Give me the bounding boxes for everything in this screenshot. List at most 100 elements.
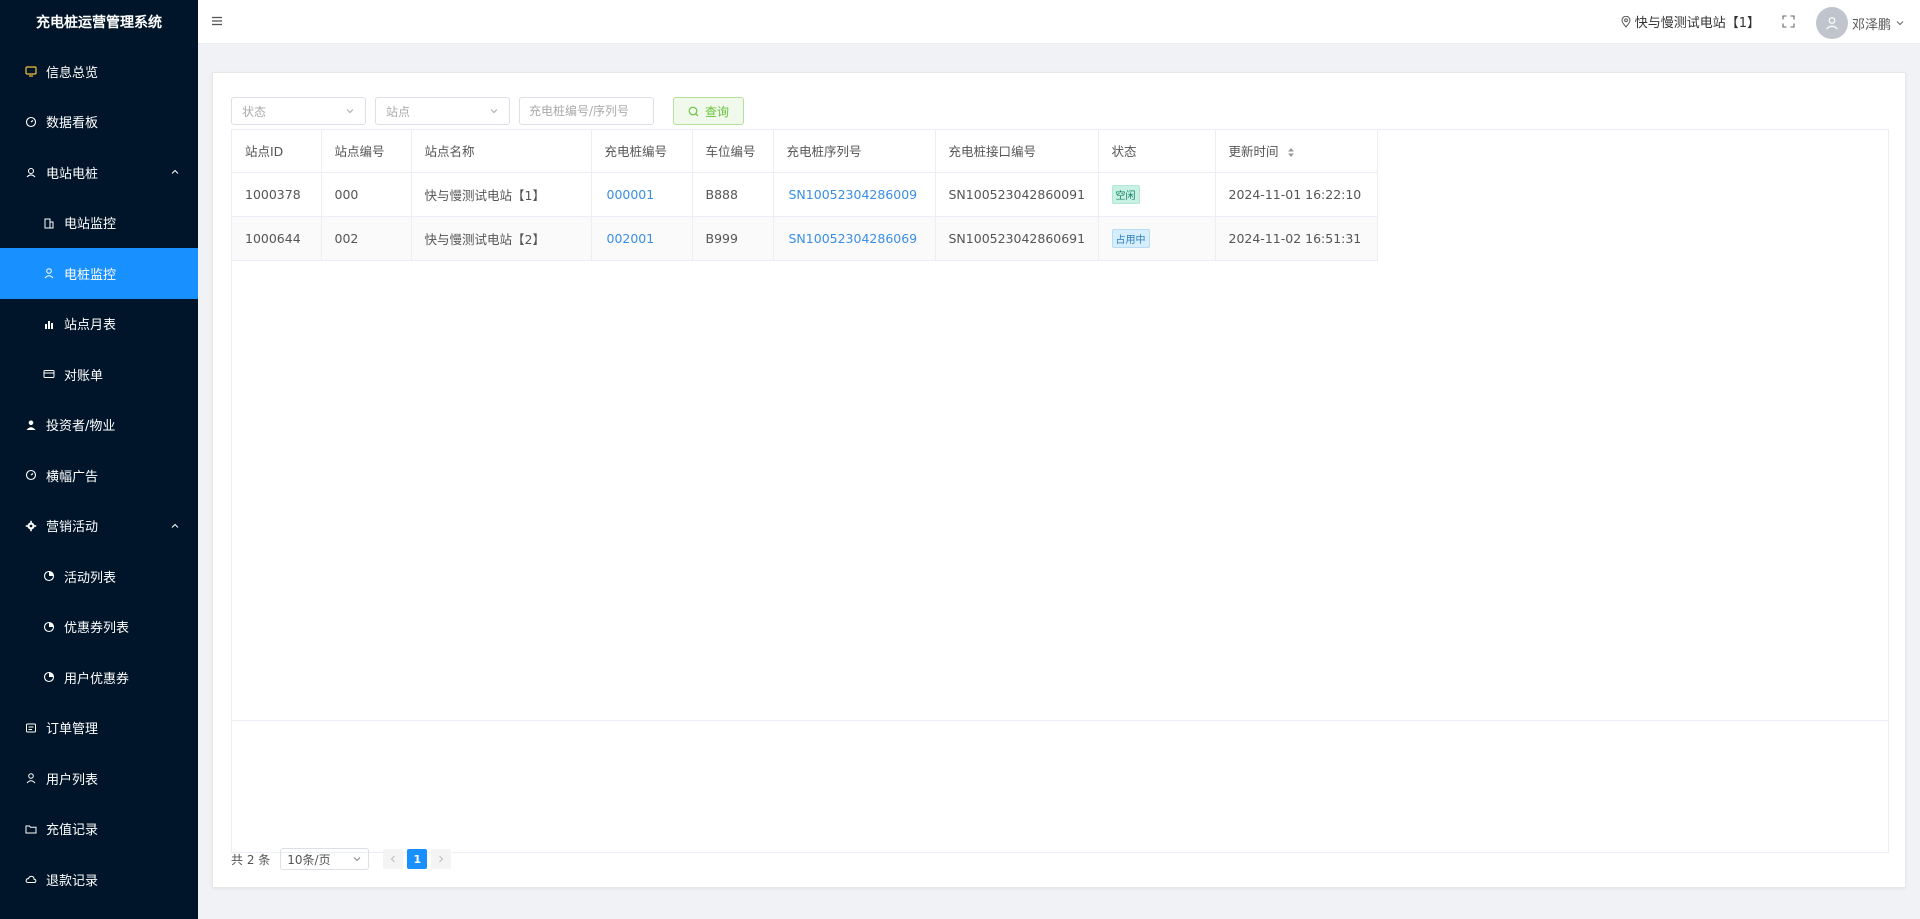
sidebar-item-label: 电桩监控	[64, 267, 117, 283]
chevron-down-icon	[353, 857, 361, 862]
sidebar-item-statement[interactable]: 对账单	[0, 349, 198, 400]
cell-pile-code-link[interactable]: 002001	[591, 216, 693, 261]
sidebar-item-label: 数据看板	[46, 116, 99, 132]
cloud-icon	[24, 872, 38, 886]
page-number-current[interactable]: 1	[407, 849, 428, 869]
sidebar-item-activity-list[interactable]: 活动列表	[0, 551, 198, 602]
sidebar-item-refunds[interactable]: 退款记录	[0, 854, 198, 905]
location-pin-icon	[1621, 15, 1631, 28]
cell-station-code: 000	[321, 172, 412, 217]
cell-pile-code-link[interactable]: 000001	[591, 172, 693, 217]
cell-serial-link[interactable]: SN10052304286069	[773, 216, 936, 261]
cell-station-name: 快与慢测试电站【1】	[411, 172, 592, 217]
col-status: 状态	[1098, 130, 1216, 173]
sidebar-item-investors[interactable]: 投资者/物业	[0, 400, 198, 451]
col-station-code: 站点编号	[321, 130, 412, 173]
cell-space-code: B888	[692, 172, 774, 217]
col-updated[interactable]: 更新时间	[1215, 130, 1378, 173]
sidebar-menu: 信息总览 数据看板 电站电桩 电站监控 电桩监控 站点月表 对账单 投资者/物业…	[0, 46, 198, 905]
building-icon	[42, 216, 56, 230]
user-icon	[24, 771, 38, 785]
user-avatar-icon	[1826, 17, 1838, 30]
folder-icon	[24, 822, 38, 836]
sidebar-item-user-coupons[interactable]: 用户优惠券	[0, 652, 198, 703]
pile-search-input[interactable]	[519, 97, 654, 125]
top-header: 快与慢测试电站【1】 邓泽鹏	[198, 0, 1920, 44]
monitor-icon	[24, 64, 38, 78]
sidebar-item-marketing[interactable]: 营销活动	[0, 501, 198, 552]
col-space-code: 车位编号	[692, 130, 774, 173]
cell-station-name: 快与慢测试电站【2】	[411, 216, 592, 261]
station-switcher[interactable]: 快与慢测试电站【1】	[1621, 12, 1760, 31]
sidebar-item-label: 充值记录	[46, 823, 99, 839]
table-footer-divider	[232, 720, 1888, 721]
search-button[interactable]: 查询	[673, 97, 745, 125]
sidebar-item-label: 营销活动	[46, 520, 99, 536]
user-icon	[42, 266, 56, 280]
sidebar-item-station-monitor[interactable]: 电站监控	[0, 198, 198, 249]
gauge-icon	[24, 468, 38, 482]
table-row: 1000378 000 快与慢测试电站【1】 000001 B888 SN100…	[232, 172, 1378, 217]
filter-bar: 状态 站点 查询	[231, 97, 745, 125]
chevron-down-icon	[1896, 21, 1904, 26]
sidebar-item-orders[interactable]: 订单管理	[0, 703, 198, 754]
pie-icon	[42, 670, 56, 684]
cell-port-code: SN100523042860691	[935, 216, 1099, 261]
station-select-placeholder: 站点	[386, 104, 411, 119]
prev-page-button[interactable]	[383, 849, 404, 869]
cell-station-id: 1000644	[232, 216, 322, 261]
cell-serial-link[interactable]: SN10052304286009	[773, 172, 936, 217]
sidebar-item-pile-monitor[interactable]: 电桩监控	[0, 248, 198, 299]
station-select[interactable]: 站点	[375, 97, 510, 125]
sidebar-item-stations[interactable]: 电站电桩	[0, 147, 198, 198]
sidebar-item-banner-ads[interactable]: 横幅广告	[0, 450, 198, 501]
search-icon	[688, 106, 699, 116]
sidebar-item-recharge[interactable]: 充值记录	[0, 804, 198, 855]
next-page-button[interactable]	[431, 849, 452, 869]
page-size-value: 10条/页	[287, 852, 331, 867]
sidebar-item-label: 电站监控	[64, 217, 117, 233]
cell-station-id: 1000378	[232, 172, 322, 217]
current-station-label: 快与慢测试电站【1】	[1634, 16, 1760, 31]
sidebar-item-overview[interactable]: 信息总览	[0, 46, 198, 97]
cell-status: 空闲	[1098, 172, 1216, 217]
page-size-select[interactable]: 10条/页	[280, 848, 370, 870]
chevron-left-icon	[391, 855, 396, 863]
sidebar-item-label: 信息总览	[46, 65, 99, 81]
col-serial: 充电桩序列号	[773, 130, 936, 173]
username: 邓泽鹏	[1851, 17, 1891, 33]
status-select[interactable]: 状态	[231, 97, 366, 125]
col-port-code: 充电桩接口编号	[935, 130, 1099, 173]
menu-toggle-icon[interactable]	[210, 14, 224, 28]
sidebar-item-label: 投资者/物业	[46, 419, 116, 435]
sidebar-item-coupon-list[interactable]: 优惠券列表	[0, 602, 198, 653]
sidebar-item-label: 对账单	[64, 368, 104, 384]
cell-port-code: SN100523042860091	[935, 172, 1099, 217]
serial-text: SN10052304286069	[788, 230, 918, 246]
col-station-name: 站点名称	[411, 130, 592, 173]
chevron-up-icon	[171, 523, 179, 528]
app-title: 充电桩运营管理系统	[36, 15, 162, 31]
search-button-label: 查询	[705, 104, 730, 119]
chevron-up-icon	[171, 170, 179, 175]
sidebar-item-label: 优惠券列表	[64, 621, 130, 637]
sidebar-item-monthly-report[interactable]: 站点月表	[0, 299, 198, 350]
sidebar-item-users[interactable]: 用户列表	[0, 753, 198, 804]
col-updated-label: 更新时间	[1228, 144, 1279, 160]
pagination-total: 共 2 条	[231, 852, 271, 867]
cell-updated: 2024-11-01 16:22:10	[1215, 172, 1378, 217]
sidebar-item-label: 用户优惠券	[64, 671, 130, 687]
location-icon	[24, 165, 38, 179]
sidebar-item-label: 电站电桩	[46, 166, 99, 182]
card-icon	[42, 367, 56, 381]
sort-icon[interactable]	[1287, 147, 1295, 158]
sidebar-item-dashboard[interactable]: 数据看板	[0, 97, 198, 148]
fullscreen-icon[interactable]	[1782, 15, 1795, 28]
col-station-id: 站点ID	[232, 130, 322, 173]
sidebar-item-label: 退款记录	[46, 873, 99, 889]
user-menu[interactable]: 邓泽鹏	[1815, 7, 1905, 39]
sidebar-item-label: 订单管理	[46, 722, 99, 738]
chevron-down-icon	[346, 109, 354, 114]
avatar	[1815, 7, 1848, 39]
status-badge: 空闲	[1111, 184, 1140, 204]
